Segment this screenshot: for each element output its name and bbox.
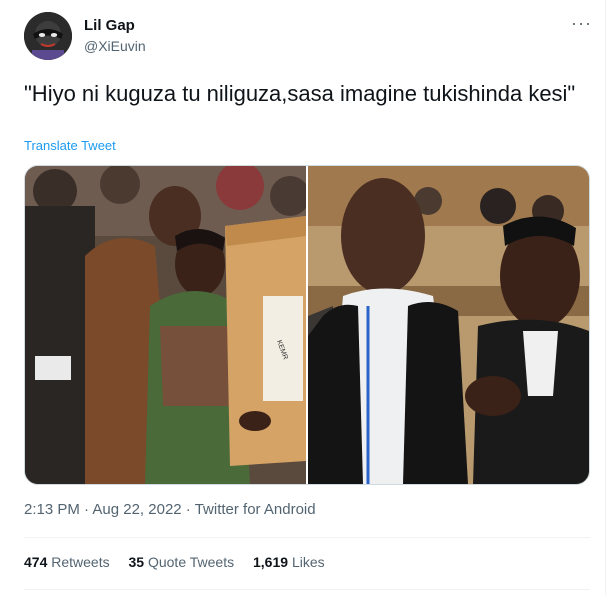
masked-character-avatar-icon — [24, 12, 72, 60]
retweets-stat[interactable]: 474 Retweets — [24, 554, 110, 570]
more-horizontal-icon[interactable]: ··· — [571, 14, 592, 32]
retweets-count: 474 — [24, 554, 48, 570]
author-name[interactable]: Lil Gap — [84, 17, 135, 34]
quote-tweets-stat[interactable]: 35 Quote Tweets — [129, 554, 235, 570]
media-photo-right[interactable] — [308, 166, 589, 484]
likes-label: Likes — [291, 554, 325, 570]
tweet-header: Lil Gap @XiEuvin ··· — [24, 12, 594, 64]
quote-tweets-label: Quote Tweets — [147, 554, 235, 570]
tweet-meta: 2:13 PM · Aug 22, 2022 · Twitter for And… — [24, 501, 316, 518]
quote-tweets-count: 35 — [128, 554, 145, 570]
likes-stat[interactable]: 1,619 Likes — [253, 554, 325, 570]
tweet-source[interactable]: Twitter for Android — [195, 501, 316, 518]
tweet-time[interactable]: 2:13 PM — [24, 501, 80, 518]
likes-count: 1,619 — [253, 554, 289, 570]
author-handle[interactable]: @XiEuvin — [84, 38, 146, 54]
meta-separator: · — [181, 501, 195, 518]
media-photo-left[interactable]: KEMR — [25, 166, 306, 484]
tweet-stats: 474 Retweets 35 Quote Tweets 1,619 Likes — [24, 554, 340, 570]
retweets-label: Retweets — [51, 554, 110, 570]
meta-separator: · — [79, 501, 93, 518]
tweet-date[interactable]: Aug 22, 2022 — [92, 501, 181, 518]
divider — [24, 589, 590, 590]
tweet-media[interactable]: KEMR — [24, 165, 590, 485]
avatar[interactable] — [24, 12, 72, 60]
divider — [24, 537, 590, 538]
translate-tweet-link[interactable]: Translate Tweet — [24, 138, 116, 153]
tweet-card: Lil Gap @XiEuvin ··· "Hiyo ni kuguza tu … — [0, 0, 606, 595]
tweet-text: "Hiyo ni kuguza tu niliguza,sasa imagine… — [24, 81, 576, 106]
